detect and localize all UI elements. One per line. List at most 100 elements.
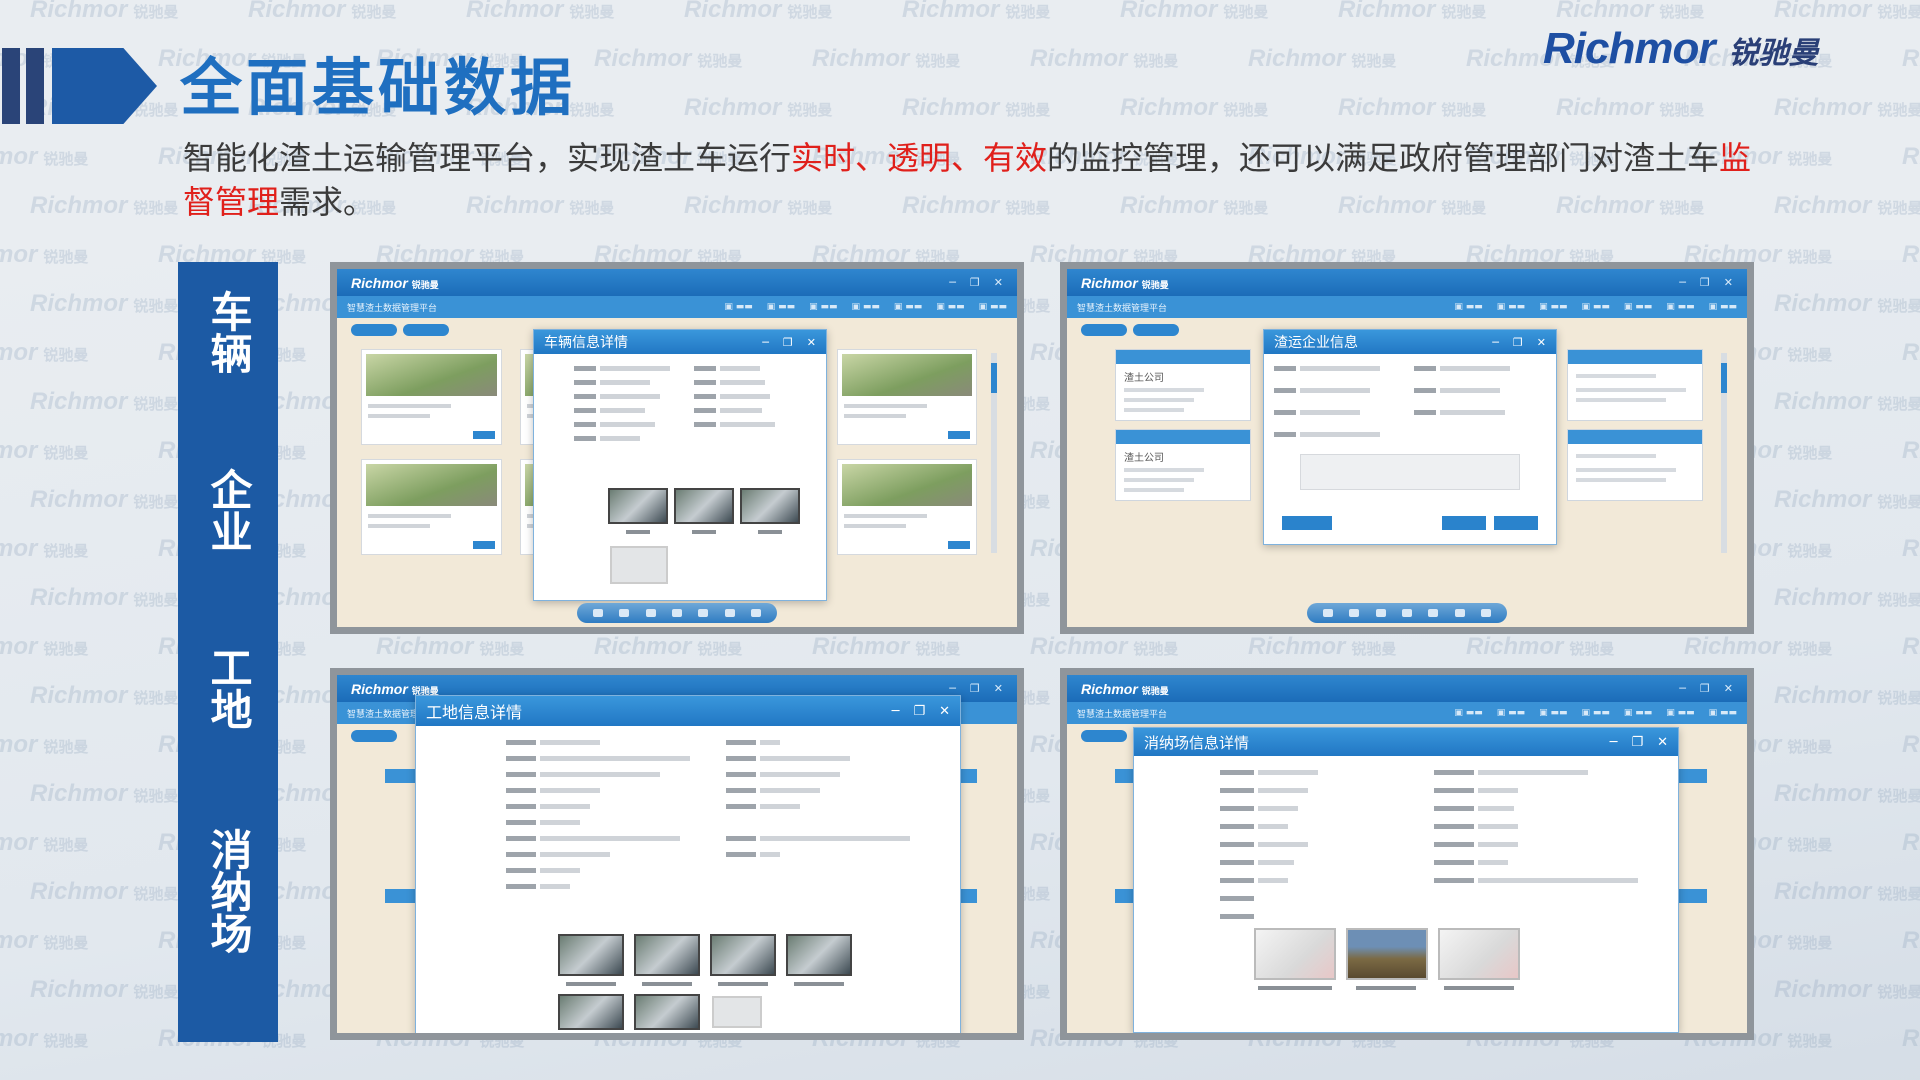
- enterprise-screenshot-panel: Richmor 锐驰曼 ─ ❐ ✕ 智慧渣土数据管理平台 ▣ ▬▬ ▣ ▬▬ ▣ ▬▬ ▣ …: [1060, 262, 1754, 634]
- app-subtitle: 智慧渣土数据管理平台: [347, 303, 438, 314]
- photo-placeholder: [712, 996, 762, 1028]
- brand-logo: Richmor 锐驰曼: [1543, 24, 1818, 74]
- app-title-bar: Richmor 锐驰曼 ─ ❐ ✕: [337, 269, 1017, 296]
- dialog-window-controls[interactable]: ─ ❐ ✕: [1610, 735, 1668, 750]
- watermark-logo: Richmor锐驰曼: [248, 0, 397, 23]
- dialog-window-controls[interactable]: ─ ❐ ✕: [892, 704, 950, 719]
- watermark-logo: Richmor锐驰曼: [1030, 45, 1179, 72]
- category-enterprise: 企业: [178, 468, 278, 562]
- dialog-action-button[interactable]: [1442, 516, 1486, 530]
- dialog-title: 工地信息详情: [426, 703, 523, 722]
- scrollbar[interactable]: [1721, 353, 1727, 553]
- category-enterprise-text: 企业: [204, 468, 253, 552]
- category-label-bar: 车辆 企业 工地 消纳场: [178, 262, 278, 1042]
- vehicle-card[interactable]: [836, 349, 977, 445]
- app-nav-bar: 智慧渣土数据管理平台 ▣ ▬▬ ▣ ▬▬ ▣ ▬▬ ▣ ▬▬ ▣ ▬▬ ▣ ▬▬ ▣ ▬▬: [337, 296, 1017, 318]
- enterprise-card-name: 渣土公司: [1124, 373, 1164, 384]
- intro-text: 智能化渣土运输管理平台，实现渣土车运行实时、透明、有效的监控管理，还可以满足政府…: [183, 136, 1783, 224]
- enterprise-card[interactable]: [1567, 429, 1703, 501]
- enterprise-card[interactable]: 渣土公司: [1115, 349, 1251, 421]
- watermark-logo: Richmor锐驰曼: [1120, 0, 1269, 23]
- category-vehicle-text: 车辆: [204, 290, 253, 374]
- watermark-logo: Richmor锐驰曼: [902, 94, 1051, 121]
- scrollbar[interactable]: [991, 353, 997, 553]
- disposal-screenshot-panel: Richmor 锐驰曼 ─ ❐ ✕ 智慧渣土数据管理平台 ▣ ▬▬ ▣ ▬▬ ▣ ▬▬ ▣ …: [1060, 668, 1754, 1040]
- vehicle-photo[interactable]: [740, 488, 800, 524]
- page-title: 全面基础数据: [180, 51, 577, 124]
- vehicle-card[interactable]: [361, 349, 502, 445]
- category-site-text: 工地: [204, 646, 253, 730]
- dialog-title: 消纳场信息详情: [1144, 733, 1250, 752]
- app-title-bar: Richmor 锐驰曼 ─ ❐ ✕: [1067, 675, 1747, 702]
- watermark-logo: Richmor锐驰曼: [1556, 94, 1705, 121]
- site-screenshot-panel: Richmor 锐驰曼 ─ ❐ ✕ 智慧渣土数据管理平台 工地信息详情 ─ ❐ ✕: [330, 668, 1024, 1040]
- watermark-logo: Richmor锐驰曼: [1338, 94, 1487, 121]
- watermark-logo: Richmor锐驰曼: [1774, 192, 1920, 219]
- category-disposal-site-text: 消纳场: [204, 828, 253, 954]
- watermark-logo: Richmor锐驰曼: [1248, 45, 1397, 72]
- brand-logo-en: Richmor: [1543, 24, 1715, 73]
- document-photo[interactable]: [1438, 928, 1520, 980]
- site-landscape-photo[interactable]: [1346, 928, 1428, 980]
- window-controls: ─ ❐ ✕: [949, 682, 1003, 695]
- enterprise-card-name: 渣土公司: [1124, 453, 1164, 464]
- watermark-logo: Richmor锐驰曼: [594, 45, 743, 72]
- watermark-row: Richmor锐驰曼 Richmor锐驰曼 Richmor锐驰曼 Richmor锐驰曼…: [30, 0, 1920, 24]
- site-detail-dialog: 工地信息详情 ─ ❐ ✕: [415, 695, 961, 1033]
- watermark-logo: Richmor锐驰曼: [1902, 45, 1920, 72]
- watermark-logo: Richmor锐驰曼: [684, 0, 833, 23]
- watermark-logo: Richmor锐驰曼: [902, 0, 1051, 23]
- category-disposal-site: 消纳场: [178, 828, 278, 964]
- watermark-logo: Richmor锐驰曼: [1902, 143, 1920, 170]
- brand-logo-cn: 锐驰曼: [1728, 36, 1819, 71]
- document-photo[interactable]: [1254, 928, 1336, 980]
- watermark-logo: Richmor锐驰曼: [684, 94, 833, 121]
- window-controls: ─ ❐ ✕: [949, 276, 1003, 289]
- photo-placeholder: [610, 546, 668, 584]
- site-photo[interactable]: [710, 934, 776, 976]
- site-photo[interactable]: [634, 994, 700, 1030]
- enterprise-detail-dialog: 渣运企业信息 ─ ❐ ✕: [1263, 329, 1557, 545]
- dialog-title: 车辆信息详情: [544, 335, 628, 351]
- app-nav-bar: 智慧渣土数据管理平台 ▣ ▬▬ ▣ ▬▬ ▣ ▬▬ ▣ ▬▬ ▣ ▬▬ ▣ ▬▬ ▣ ▬▬: [1067, 702, 1747, 724]
- app-logo: Richmor 锐驰曼: [1081, 274, 1169, 291]
- watermark-logo: Richmor锐驰曼: [1556, 0, 1705, 23]
- vehicle-photo[interactable]: [674, 488, 734, 524]
- category-vehicle: 车辆: [178, 290, 278, 384]
- vehicle-card[interactable]: [836, 459, 977, 555]
- dialog-action-button[interactable]: [1494, 516, 1538, 530]
- watermark-logo: Richmor锐驰曼: [1338, 0, 1487, 23]
- enterprise-card[interactable]: 渣土公司: [1115, 429, 1251, 501]
- site-photo[interactable]: [558, 994, 624, 1030]
- intro-highlight-1: 实时、透明、有效: [791, 139, 1048, 177]
- watermark-logo: Richmor锐驰曼: [1774, 0, 1920, 23]
- watermark-logo: Richmor锐驰曼: [30, 0, 179, 23]
- site-photo[interactable]: [634, 934, 700, 976]
- intro-part3: 需求。: [279, 183, 376, 221]
- vehicle-photo[interactable]: [608, 488, 668, 524]
- watermark-logo: Richmor锐驰曼: [812, 45, 961, 72]
- bottom-dock[interactable]: [1307, 603, 1507, 623]
- dialog-window-controls[interactable]: ─ ❐ ✕: [1492, 336, 1546, 349]
- window-controls: ─ ❐ ✕: [1679, 276, 1733, 289]
- vehicle-screenshot-panel: Richmor 锐驰曼 ─ ❐ ✕ 智慧渣土数据管理平台 ▣ ▬▬ ▣ ▬▬ ▣ ▬▬ ▣ …: [330, 262, 1024, 634]
- watermark-logo: Richmor锐驰曼: [1774, 94, 1920, 121]
- bottom-dock[interactable]: [577, 603, 777, 623]
- app-nav-bar: 智慧渣土数据管理平台 ▣ ▬▬ ▣ ▬▬ ▣ ▬▬ ▣ ▬▬ ▣ ▬▬ ▣ ▬▬ ▣ ▬▬: [1067, 296, 1747, 318]
- disposal-detail-dialog: 消纳场信息详情 ─ ❐ ✕: [1133, 727, 1679, 1033]
- vehicle-detail-dialog: 车辆信息详情 ─ ❐ ✕: [533, 329, 827, 601]
- intro-part1: 智能化渣土运输管理平台，实现渣土车运行: [183, 139, 792, 177]
- site-photo[interactable]: [558, 934, 624, 976]
- watermark-logo: Richmor锐驰曼: [466, 0, 615, 23]
- dialog-window-controls[interactable]: ─ ❐ ✕: [762, 336, 816, 349]
- watermark-logo: Richmor锐驰曼: [1120, 94, 1269, 121]
- window-controls: ─ ❐ ✕: [1679, 682, 1733, 695]
- enterprise-card[interactable]: [1567, 349, 1703, 421]
- vehicle-card[interactable]: [361, 459, 502, 555]
- watermark-logo: Richmor锐驰曼: [0, 143, 89, 170]
- dialog-action-button[interactable]: [1282, 516, 1332, 530]
- dialog-title: 渣运企业信息: [1274, 335, 1358, 351]
- app-logo: Richmor 锐驰曼: [351, 274, 439, 291]
- app-logo: Richmor 锐驰曼: [1081, 680, 1169, 697]
- site-photo[interactable]: [786, 934, 852, 976]
